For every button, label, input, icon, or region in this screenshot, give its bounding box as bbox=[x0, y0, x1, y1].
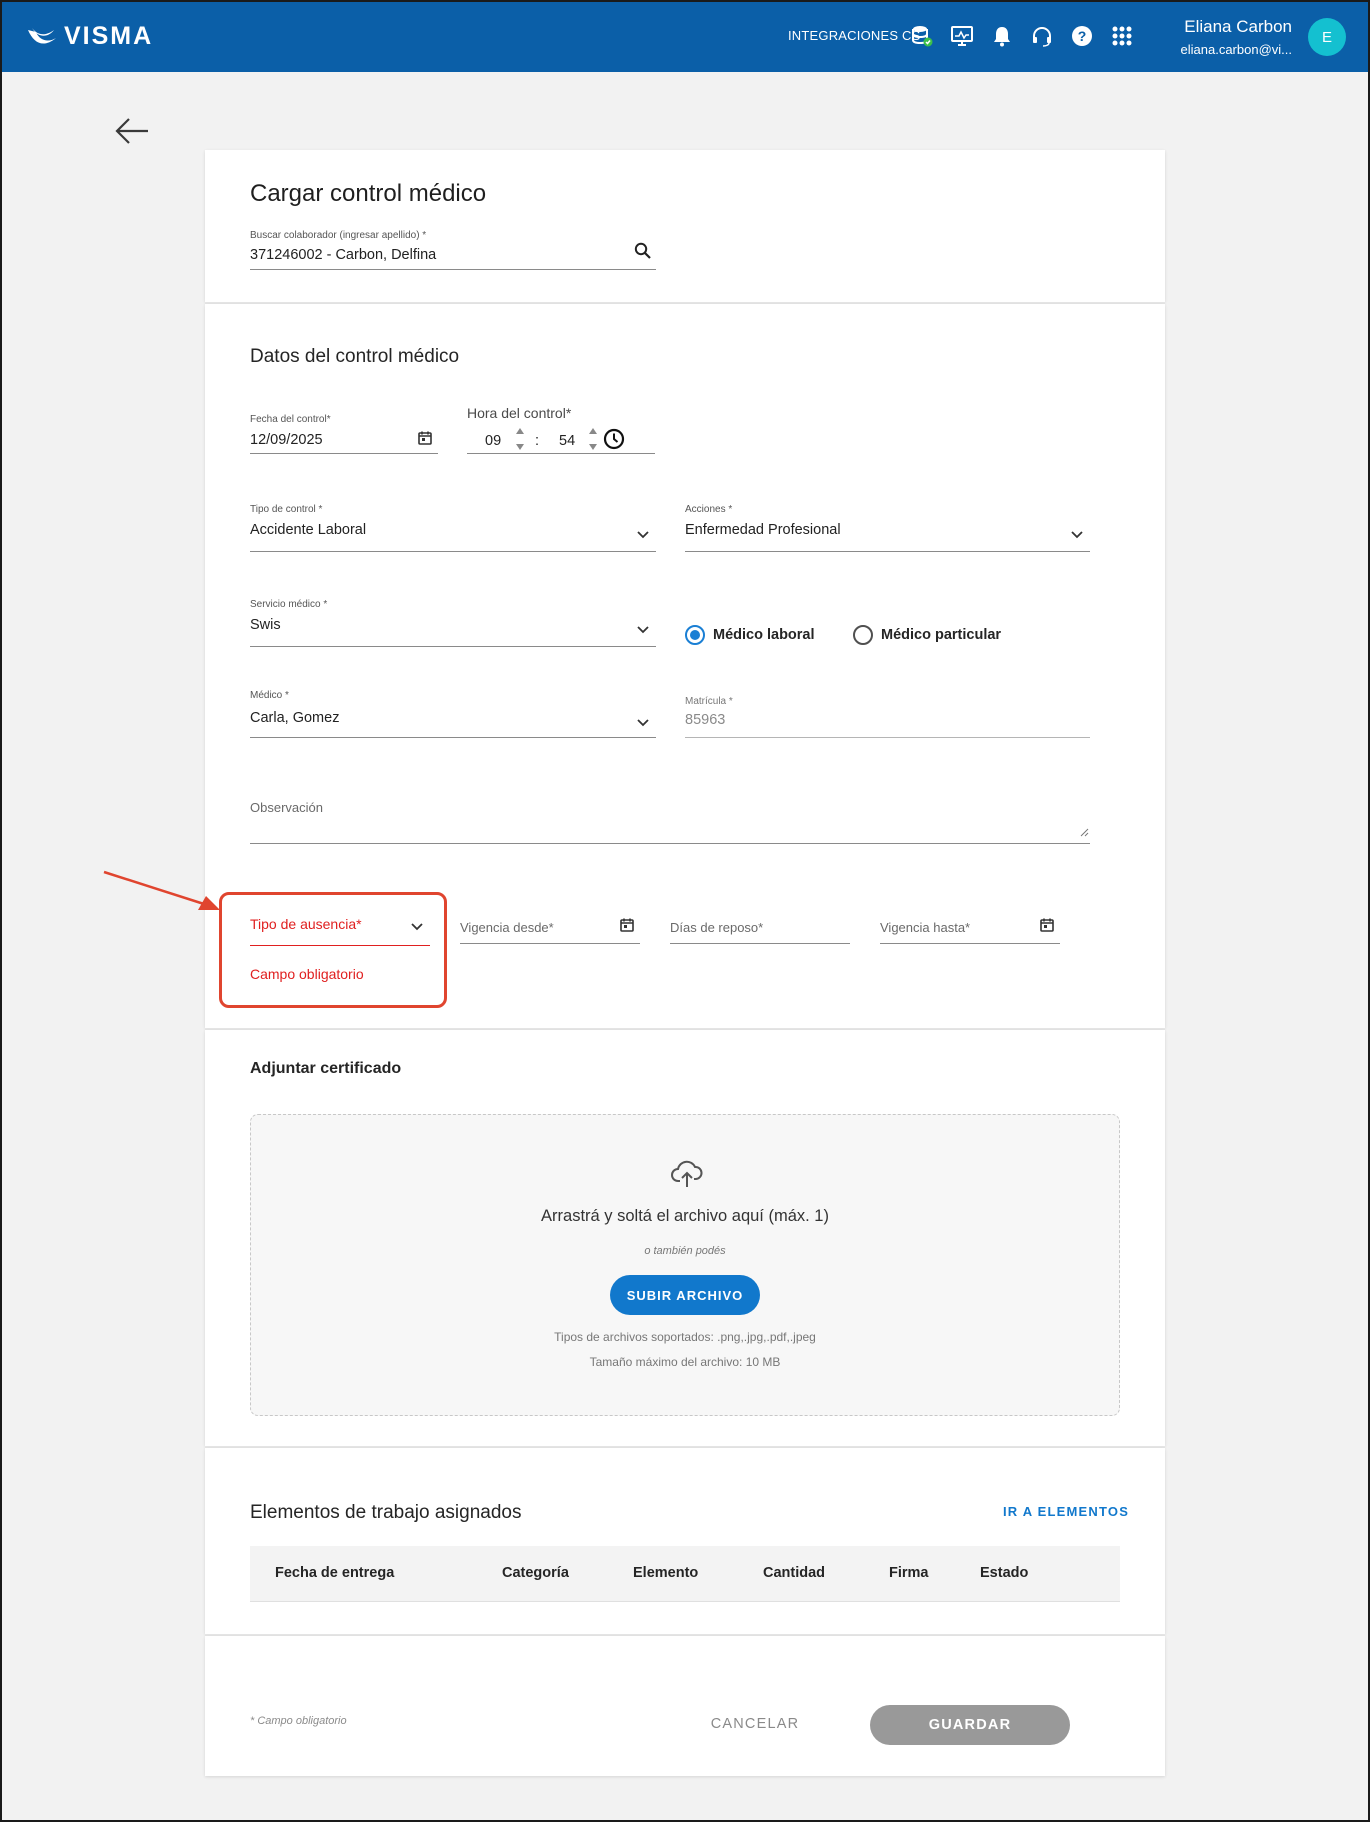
headset-icon[interactable] bbox=[1030, 24, 1054, 48]
employee-search-label: Buscar colaborador (ingresar apellido) * bbox=[250, 230, 427, 241]
hours-stepper-icon[interactable] bbox=[515, 426, 525, 456]
license-label: Matrícula * bbox=[685, 696, 733, 707]
cancel-button[interactable]: CANCELAR bbox=[690, 1704, 820, 1744]
time-separator: : bbox=[535, 433, 540, 449]
max-size: Tamaño máximo del archivo: 10 MB bbox=[589, 1355, 781, 1369]
valid-from-label: Vigencia desde* bbox=[460, 920, 554, 935]
avatar[interactable]: E bbox=[1308, 18, 1346, 56]
control-time-field[interactable]: 09 : 54 bbox=[467, 424, 655, 454]
supported-types: Tipos de archivos soportados: .png,.jpg,… bbox=[554, 1330, 816, 1344]
control-section-title: Datos del control médico bbox=[250, 346, 460, 367]
help-icon[interactable]: ? bbox=[1070, 24, 1094, 48]
search-icon[interactable] bbox=[634, 242, 652, 260]
bell-icon[interactable] bbox=[990, 24, 1014, 48]
minutes-stepper-icon[interactable] bbox=[588, 426, 598, 456]
control-time-label: Hora del control* bbox=[467, 405, 572, 421]
chevron-down-icon[interactable] bbox=[634, 621, 652, 639]
resize-handle-icon[interactable] bbox=[1080, 822, 1089, 841]
apps-grid-icon[interactable] bbox=[1110, 24, 1134, 48]
valid-until-label: Vigencia hasta* bbox=[880, 920, 971, 935]
control-date-value[interactable]: 12/09/2025 bbox=[250, 432, 323, 448]
actions-label: Acciones * bbox=[685, 504, 733, 515]
user-name[interactable]: Eliana Carbon bbox=[1184, 17, 1292, 37]
calendar-icon[interactable] bbox=[1038, 916, 1056, 934]
drop-instructions: Arrastrá y soltá el archivo aquí (máx. 1… bbox=[541, 1207, 829, 1225]
actions-select[interactable]: Acciones * Enfermedad Profesional bbox=[685, 504, 1090, 552]
radio-medico-laboral-label: Médico laboral bbox=[713, 627, 815, 643]
control-type-value[interactable]: Accidente Laboral bbox=[250, 522, 366, 538]
time-hours[interactable]: 09 bbox=[485, 433, 501, 449]
control-type-select[interactable]: Tipo de control * Accidente Laboral bbox=[250, 504, 656, 552]
error-highlight-box bbox=[219, 892, 447, 1008]
top-bar: VISMA INTEGRACIONES CS ? Eliana Carbon e… bbox=[0, 0, 1370, 72]
page-title: Cargar control médico bbox=[250, 180, 487, 207]
observation-textarea[interactable]: Observación bbox=[250, 800, 1090, 844]
medical-service-value[interactable]: Swis bbox=[250, 617, 281, 633]
license-field: Matrícula * 85963 bbox=[685, 696, 1090, 738]
certificate-title: Adjuntar certificado bbox=[250, 1060, 402, 1077]
or-text: o también podés bbox=[644, 1245, 726, 1257]
file-dropzone[interactable]: Arrastrá y soltá el archivo aquí (máx. 1… bbox=[250, 1114, 1120, 1416]
actions-value[interactable]: Enfermedad Profesional bbox=[685, 522, 841, 538]
col-quantity[interactable]: Cantidad bbox=[763, 1565, 825, 1581]
database-check-icon[interactable] bbox=[910, 24, 934, 48]
rest-days-field[interactable]: Días de reposo* bbox=[670, 906, 850, 944]
doctor-value[interactable]: Carla, Gomez bbox=[250, 710, 339, 726]
control-date-field[interactable]: Fecha del control* 12/09/2025 bbox=[250, 414, 438, 454]
back-arrow-icon[interactable] bbox=[114, 116, 150, 146]
chevron-down-icon[interactable] bbox=[634, 526, 652, 544]
radio-medico-particular-label: Médico particular bbox=[881, 627, 1002, 643]
chevron-down-icon[interactable] bbox=[1068, 526, 1086, 544]
time-minutes[interactable]: 54 bbox=[559, 433, 575, 449]
svg-text:?: ? bbox=[1078, 28, 1087, 44]
user-email: eliana.carbon@vi... bbox=[1180, 42, 1292, 57]
elements-table-header: Fecha de entrega Categoría Elemento Cant… bbox=[250, 1546, 1120, 1602]
employee-search-value[interactable]: 371246002 - Carbon, Delfina bbox=[250, 247, 436, 263]
col-category[interactable]: Categoría bbox=[502, 1565, 569, 1581]
doctor-label: Médico * bbox=[250, 690, 289, 701]
col-signature[interactable]: Firma bbox=[889, 1565, 929, 1581]
radio-medico-laboral[interactable]: Médico laboral bbox=[685, 625, 815, 645]
clock-icon[interactable] bbox=[603, 428, 625, 454]
calendar-icon[interactable] bbox=[416, 429, 434, 447]
license-value: 85963 bbox=[685, 712, 726, 728]
control-date-label: Fecha del control* bbox=[250, 414, 331, 425]
chevron-down-icon[interactable] bbox=[634, 714, 652, 732]
observation-label: Observación bbox=[250, 800, 323, 815]
medical-service-select[interactable]: Servicio médico * Swis bbox=[250, 599, 656, 647]
valid-until-field[interactable]: Vigencia hasta* bbox=[880, 906, 1060, 944]
integrations-link[interactable]: INTEGRACIONES CS bbox=[788, 28, 921, 43]
col-status[interactable]: Estado bbox=[980, 1565, 1028, 1581]
control-type-label: Tipo de control * bbox=[250, 504, 323, 515]
cloud-upload-icon bbox=[671, 1159, 703, 1193]
brand-name: VISMA bbox=[64, 22, 154, 50]
col-element[interactable]: Elemento bbox=[633, 1565, 698, 1581]
col-delivery-date[interactable]: Fecha de entrega bbox=[275, 1565, 394, 1581]
rest-days-label: Días de reposo* bbox=[670, 920, 764, 935]
save-button[interactable]: GUARDAR bbox=[870, 1705, 1070, 1745]
upload-file-button[interactable]: SUBIR ARCHIVO bbox=[610, 1275, 760, 1315]
calendar-icon[interactable] bbox=[618, 916, 636, 934]
medical-service-label: Servicio médico * bbox=[250, 599, 328, 610]
employee-search-field[interactable]: Buscar colaborador (ingresar apellido) *… bbox=[250, 230, 656, 270]
go-to-elements-link[interactable]: IR A ELEMENTOS bbox=[1003, 1504, 1129, 1519]
radio-selected-icon[interactable] bbox=[685, 625, 705, 645]
annotation-arrow-icon bbox=[103, 870, 220, 910]
doctor-select[interactable]: Médico * Carla, Gomez bbox=[250, 690, 656, 738]
visma-logo[interactable]: VISMA bbox=[26, 22, 153, 51]
search-card: Cargar control médico Buscar colaborador… bbox=[205, 150, 1165, 302]
elements-card: Elementos de trabajo asignados bbox=[205, 1448, 1165, 1634]
radio-medico-particular[interactable]: Médico particular bbox=[853, 625, 1001, 645]
elements-title: Elementos de trabajo asignados bbox=[250, 1502, 522, 1523]
required-field-note: * Campo obligatorio bbox=[250, 1715, 347, 1727]
visma-logo-icon bbox=[28, 27, 56, 44]
monitor-activity-icon[interactable] bbox=[950, 24, 974, 48]
valid-from-field[interactable]: Vigencia desde* bbox=[460, 906, 640, 944]
radio-unselected-icon[interactable] bbox=[853, 625, 873, 645]
